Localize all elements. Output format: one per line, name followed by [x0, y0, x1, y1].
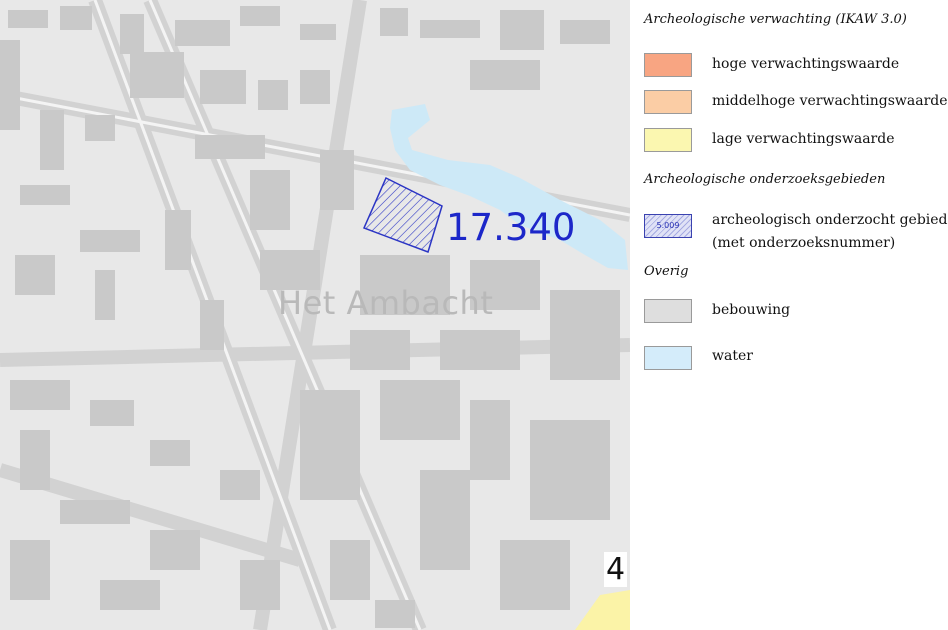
legend-label-water: water: [712, 348, 753, 364]
swatch-high-expectation: [644, 53, 692, 77]
legend-label-buildings: bebouwing: [712, 302, 791, 318]
map-legend: Archeologische verwachting (IKAW 3.0) ho…: [632, 0, 948, 630]
swatch-research-area: 5.009: [644, 214, 692, 238]
legend-label-low: lage verwachtingswaarde: [712, 131, 895, 147]
legend-label-high: hoge verwachtingswaarde: [712, 56, 900, 72]
research-area-polygon[interactable]: [362, 176, 443, 253]
legend-heading-expectation: Archeologische verwachting (IKAW 3.0): [644, 12, 907, 27]
research-number-label: 17.340: [446, 206, 576, 249]
edge-research-number-label: 4: [604, 552, 628, 587]
swatch-water: [644, 346, 692, 370]
legend-heading-other: Overig: [644, 264, 689, 279]
legend-label-research-line1: archeologisch onderzocht gebied: [712, 212, 948, 228]
low-expectation-area: [575, 590, 630, 630]
legend-label-medium: middelhoge verwachtingswaarde: [712, 93, 948, 109]
legend-heading-research: Archeologische onderzoeksgebieden: [644, 172, 886, 187]
legend-label-research-line2: (met onderzoeksnummer): [712, 235, 896, 251]
swatch-buildings: [644, 299, 692, 323]
area-name-label: Het Ambacht: [278, 284, 494, 322]
swatch-research-number: 5.009: [645, 215, 691, 237]
map-panel[interactable]: Het Ambacht 17.340 4: [0, 0, 630, 630]
swatch-low-expectation: [644, 128, 692, 152]
swatch-medium-expectation: [644, 90, 692, 114]
